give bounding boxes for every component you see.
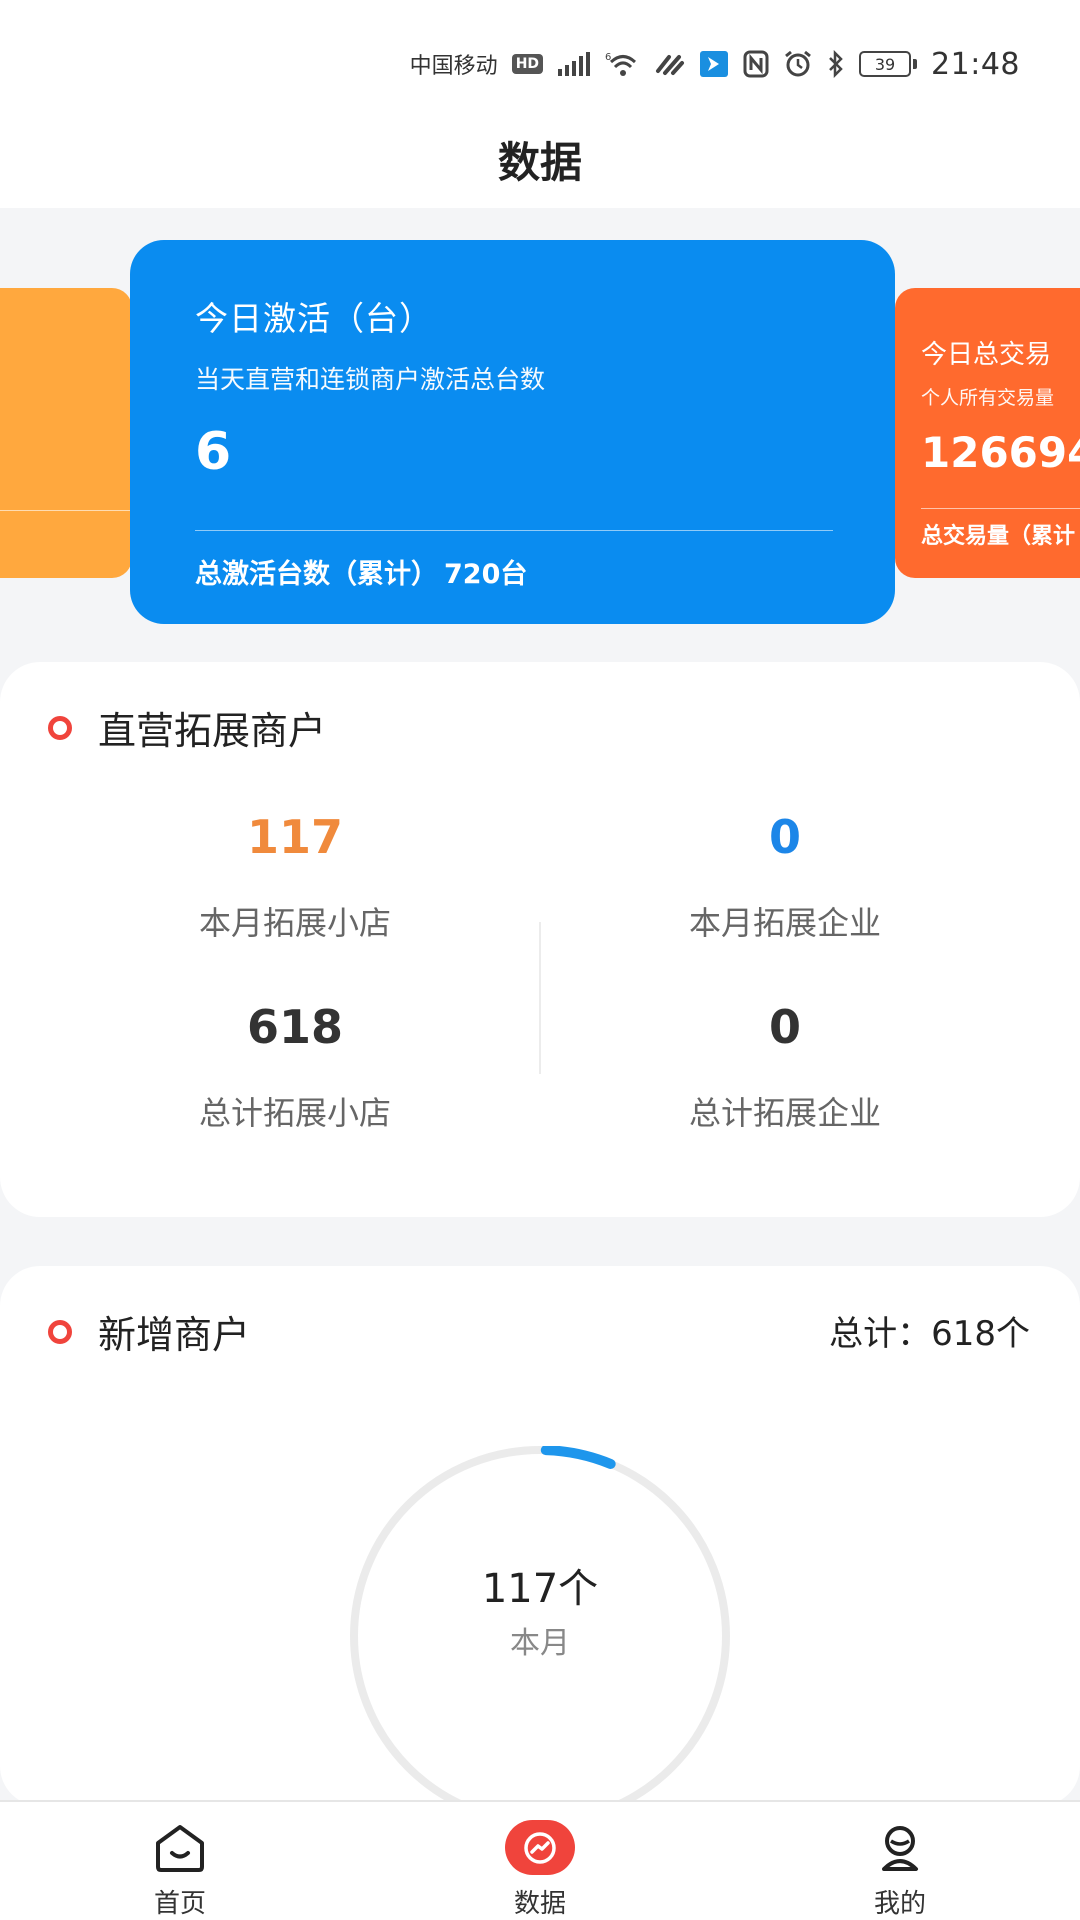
new-merchants-card: 新增商户 总计： 618个 117个 本月 — [0, 1266, 1080, 1826]
stat-total-shops[interactable]: 618 总计拓展小店 — [55, 1000, 535, 1134]
carrier-name: 中国移动 — [409, 54, 498, 79]
stat-month-shops[interactable]: 117 本月拓展小店 — [55, 810, 535, 944]
status-bar-right: 中国移动 HD 6 39 21:48 — [410, 44, 1020, 84]
stats-divider — [539, 922, 541, 1074]
new-merchants-total: 总计： 618个 — [829, 1306, 1030, 1355]
stat-label: 总计拓展小店 — [198, 1094, 391, 1132]
status-bar: 中国移动 HD 6 39 21:48 — [0, 0, 1080, 110]
nav-item-profile[interactable]: 我的 — [720, 1802, 1080, 1920]
hd-badge: HD — [511, 54, 544, 74]
carousel-card-activation[interactable]: 今日激活（台） 当天直营和连锁商户激活总台数 6 总激活台数（累计） 720台 — [130, 240, 895, 624]
carousel-card-transactions[interactable]: 今日总交易 个人所有交易量 126694 总交易量（累计 — [895, 288, 1080, 578]
status-time: 21:48 — [931, 46, 1020, 82]
page-header: 数据 — [0, 110, 1080, 208]
stat-label: 总计拓展企业 — [688, 1094, 881, 1132]
alarm-icon — [783, 49, 813, 79]
chart-icon — [505, 1820, 575, 1875]
section-title: 直营拓展商户 — [98, 709, 327, 753]
nav-item-data[interactable]: 数据 — [360, 1802, 720, 1920]
app-screen: 中国移动 HD 6 39 21:48 数据 今日激活（台） 当天直营和连锁商户激… — [0, 0, 1080, 1920]
page-title: 数据 — [497, 137, 582, 187]
ring-value: 117个 — [481, 1566, 599, 1612]
transactions-title: 今日总交易 — [921, 340, 1052, 370]
activation-total-value: 720台 — [444, 559, 528, 590]
battery-tip — [913, 59, 918, 69]
card-divider — [921, 508, 1080, 509]
ring-label: 本月 — [510, 1626, 570, 1661]
nav-label: 我的 — [873, 1889, 926, 1919]
stat-value: 0 — [768, 1000, 801, 1054]
nav-item-home[interactable]: 首页 — [0, 1802, 360, 1920]
nfc-icon — [743, 49, 769, 79]
stat-value: 117 — [246, 810, 344, 864]
bluetooth-icon — [827, 49, 845, 79]
nav-label: 首页 — [153, 1889, 206, 1919]
signal-icon — [557, 49, 591, 79]
carousel-card-previous[interactable]: 元 — [0, 288, 132, 578]
stat-month-enterprises[interactable]: 0 本月拓展企业 — [545, 810, 1025, 944]
stat-value: 618 — [246, 1000, 344, 1054]
section-header: 新增商户 — [48, 1304, 250, 1359]
wifi-icon: 6 — [605, 49, 641, 79]
stat-total-enterprises[interactable]: 0 总计拓展企业 — [545, 1000, 1025, 1134]
profile-icon — [870, 1820, 930, 1875]
app-notification-icon — [699, 49, 729, 79]
card-divider — [195, 530, 833, 531]
stat-value: 0 — [768, 810, 801, 864]
stat-label: 本月拓展小店 — [198, 904, 391, 942]
transactions-footer: 总交易量（累计 — [921, 524, 1076, 549]
section-bullet-icon — [48, 715, 72, 740]
activation-title: 今日激活（台） — [195, 299, 433, 338]
bottom-nav: 首页 数据 我的 — [0, 1800, 1080, 1920]
activation-value: 6 — [195, 422, 232, 482]
transactions-value: 126694 — [921, 428, 1080, 477]
home-icon — [150, 1820, 210, 1875]
activation-subtitle: 当天直营和连锁商户激活总台数 — [195, 365, 546, 394]
ring-center: 117个 本月 — [350, 1556, 730, 1662]
battery-level: 39 — [859, 51, 912, 77]
activation-total: 总激活台数（累计） 720台 — [195, 552, 527, 591]
section-title: 新增商户 — [98, 1313, 251, 1357]
nav-label: 数据 — [513, 1889, 566, 1919]
direct-merchants-card: 直营拓展商户 117 本月拓展小店 0 本月拓展企业 618 总计拓展小店 0 … — [0, 662, 1080, 1217]
battery-icon: 39 — [859, 51, 918, 77]
activation-total-label: 总激活台数（累计） — [195, 559, 438, 590]
hotspot-icon — [655, 49, 685, 79]
stat-label: 本月拓展企业 — [688, 904, 881, 942]
section-header: 直营拓展商户 — [48, 700, 326, 755]
card-divider — [0, 510, 132, 511]
section-bullet-icon — [48, 1319, 72, 1344]
total-label: 总计： — [829, 1314, 932, 1354]
transactions-subtitle: 个人所有交易量 — [921, 387, 1055, 409]
total-value: 618个 — [931, 1314, 1030, 1354]
stats-carousel[interactable]: 元 今日激活（台） 当天直营和连锁商户激活总台数 6 总激活台数（累计） 720… — [0, 208, 1080, 648]
